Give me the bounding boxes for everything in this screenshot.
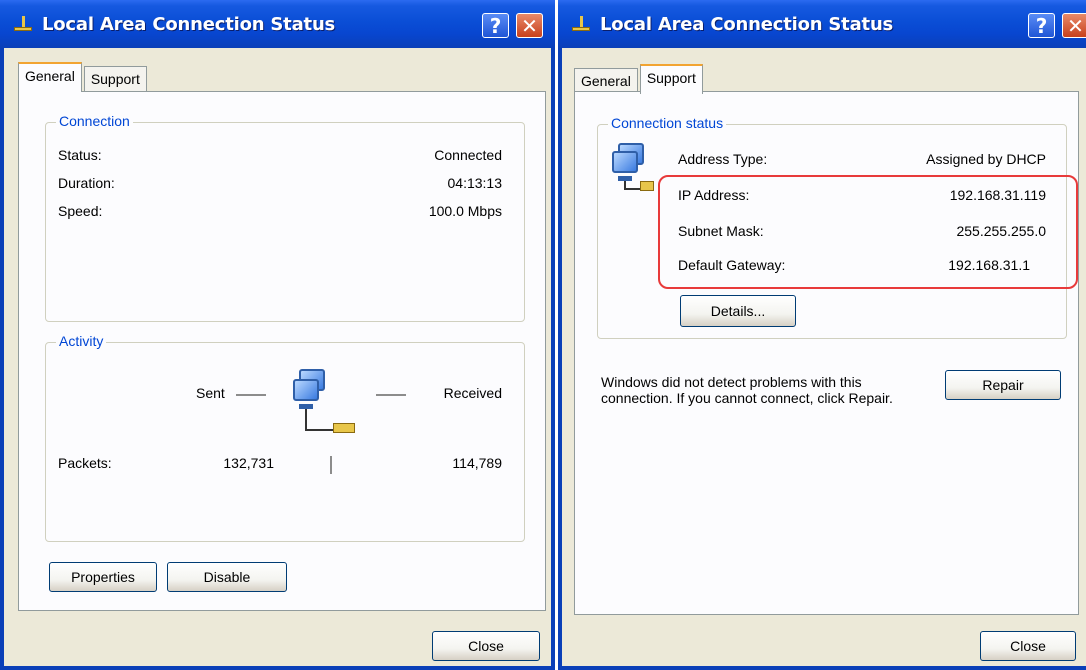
ip-address-value: 192.168.31.119 <box>949 187 1046 203</box>
connection-status-group: Connection status Address Type: Assigned… <box>597 115 1078 339</box>
packets-sent-value: 132,731 <box>223 455 274 471</box>
duration-value: 04:13:13 <box>447 175 503 191</box>
tab-support[interactable]: Support <box>83 66 147 92</box>
address-type-label: Address Type: <box>678 151 768 167</box>
help-button[interactable]: ? <box>1028 13 1055 38</box>
tab-strip: General Support <box>18 62 149 92</box>
status-value: Connected <box>434 147 502 163</box>
right-status-window: Local Area Connection Status ? ✕ General… <box>558 0 1086 670</box>
default-gateway-label: Default Gateway: <box>678 257 786 273</box>
tab-support[interactable]: Support <box>639 64 703 94</box>
ip-address-label: IP Address: <box>678 187 750 203</box>
window-title: Local Area Connection Status <box>42 13 336 35</box>
received-label: Received <box>443 385 502 401</box>
sent-label: Sent <box>196 385 225 401</box>
left-status-window: Local Area Connection Status ? ✕ General… <box>0 0 555 670</box>
default-gateway-value: 192.168.31.1 <box>948 257 1030 273</box>
network-activity-icon <box>291 363 371 443</box>
group-title-connection-status: Connection status <box>608 115 727 131</box>
tab-strip: General Support <box>574 64 705 94</box>
packets-received-value: 114,789 <box>452 455 502 471</box>
help-button[interactable]: ? <box>482 13 509 38</box>
activity-group: Activity Sent Received Packets: 132,731 … <box>45 333 525 542</box>
group-title-connection: Connection <box>56 113 133 129</box>
duration-label: Duration: <box>58 175 115 191</box>
tab-general[interactable]: General <box>18 62 82 92</box>
network-connection-icon <box>570 13 592 35</box>
speed-label: Speed: <box>58 203 103 219</box>
packets-label: Packets: <box>58 455 112 471</box>
properties-button[interactable]: Properties <box>49 562 157 592</box>
connection-group: Connection Status: Connected Duration: 0… <box>45 113 525 322</box>
received-line <box>376 394 406 396</box>
close-window-button[interactable]: ✕ <box>516 13 543 38</box>
diagnostic-message: Windows did not detect problems with thi… <box>601 374 893 406</box>
close-button[interactable]: Close <box>980 631 1076 661</box>
address-type-value: Assigned by DHCP <box>926 151 1046 167</box>
subnet-mask-value: 255.255.255.0 <box>956 223 1046 239</box>
sent-line <box>236 394 266 396</box>
disable-button[interactable]: Disable <box>167 562 287 592</box>
close-button[interactable]: Close <box>432 631 540 661</box>
title-bar[interactable]: Local Area Connection Status ? ✕ <box>0 0 555 48</box>
network-connection-icon <box>612 143 662 193</box>
repair-button[interactable]: Repair <box>945 370 1061 400</box>
network-connection-icon <box>12 13 34 35</box>
close-window-button[interactable]: ✕ <box>1062 13 1086 38</box>
group-title-activity: Activity <box>56 333 107 349</box>
speed-value: 100.0 Mbps <box>428 203 502 219</box>
status-label: Status: <box>58 147 102 163</box>
window-title: Local Area Connection Status <box>600 13 894 35</box>
tab-panel-general: Connection Status: Connected Duration: 0… <box>18 91 546 611</box>
tab-panel-support: Connection status Address Type: Assigned… <box>574 91 1079 615</box>
packets-divider <box>330 456 332 474</box>
title-bar[interactable]: Local Area Connection Status ? ✕ <box>558 0 1086 48</box>
subnet-mask-label: Subnet Mask: <box>678 223 764 239</box>
details-button[interactable]: Details... <box>680 295 796 327</box>
